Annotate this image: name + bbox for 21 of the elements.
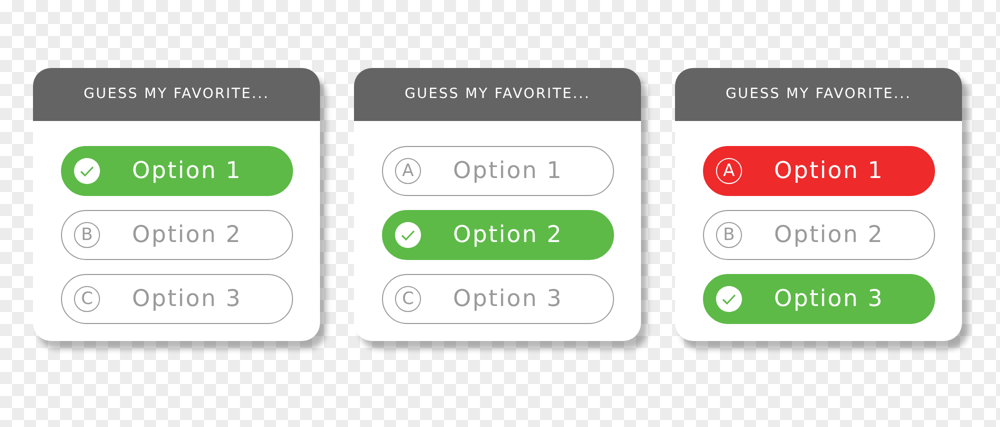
option-letter: B: [716, 222, 742, 248]
check-icon: [74, 158, 100, 184]
answer-option[interactable]: A Option 1: [382, 146, 614, 196]
card-title: GUESS MY FAVORITE...: [84, 85, 270, 104]
answer-option[interactable]: Option 3: [703, 274, 935, 324]
option-letter: C: [74, 286, 100, 312]
answer-option[interactable]: Option 1: [61, 146, 293, 196]
option-letter: A: [395, 158, 421, 184]
answer-option[interactable]: B Option 2: [61, 210, 293, 260]
card-title: GUESS MY FAVORITE...: [726, 85, 912, 104]
answer-option[interactable]: Option 2: [382, 210, 614, 260]
option-letter: B: [74, 222, 100, 248]
card-title: GUESS MY FAVORITE...: [404, 85, 590, 104]
answer-option[interactable]: A Option 1: [703, 146, 935, 196]
option-letter: A: [716, 158, 742, 184]
answer-option[interactable]: B Option 2: [703, 210, 935, 260]
answer-option[interactable]: C Option 3: [382, 274, 614, 324]
option-letter: C: [395, 286, 421, 312]
check-icon: [395, 222, 421, 248]
check-icon: [716, 286, 742, 312]
answer-option[interactable]: C Option 3: [61, 274, 293, 324]
